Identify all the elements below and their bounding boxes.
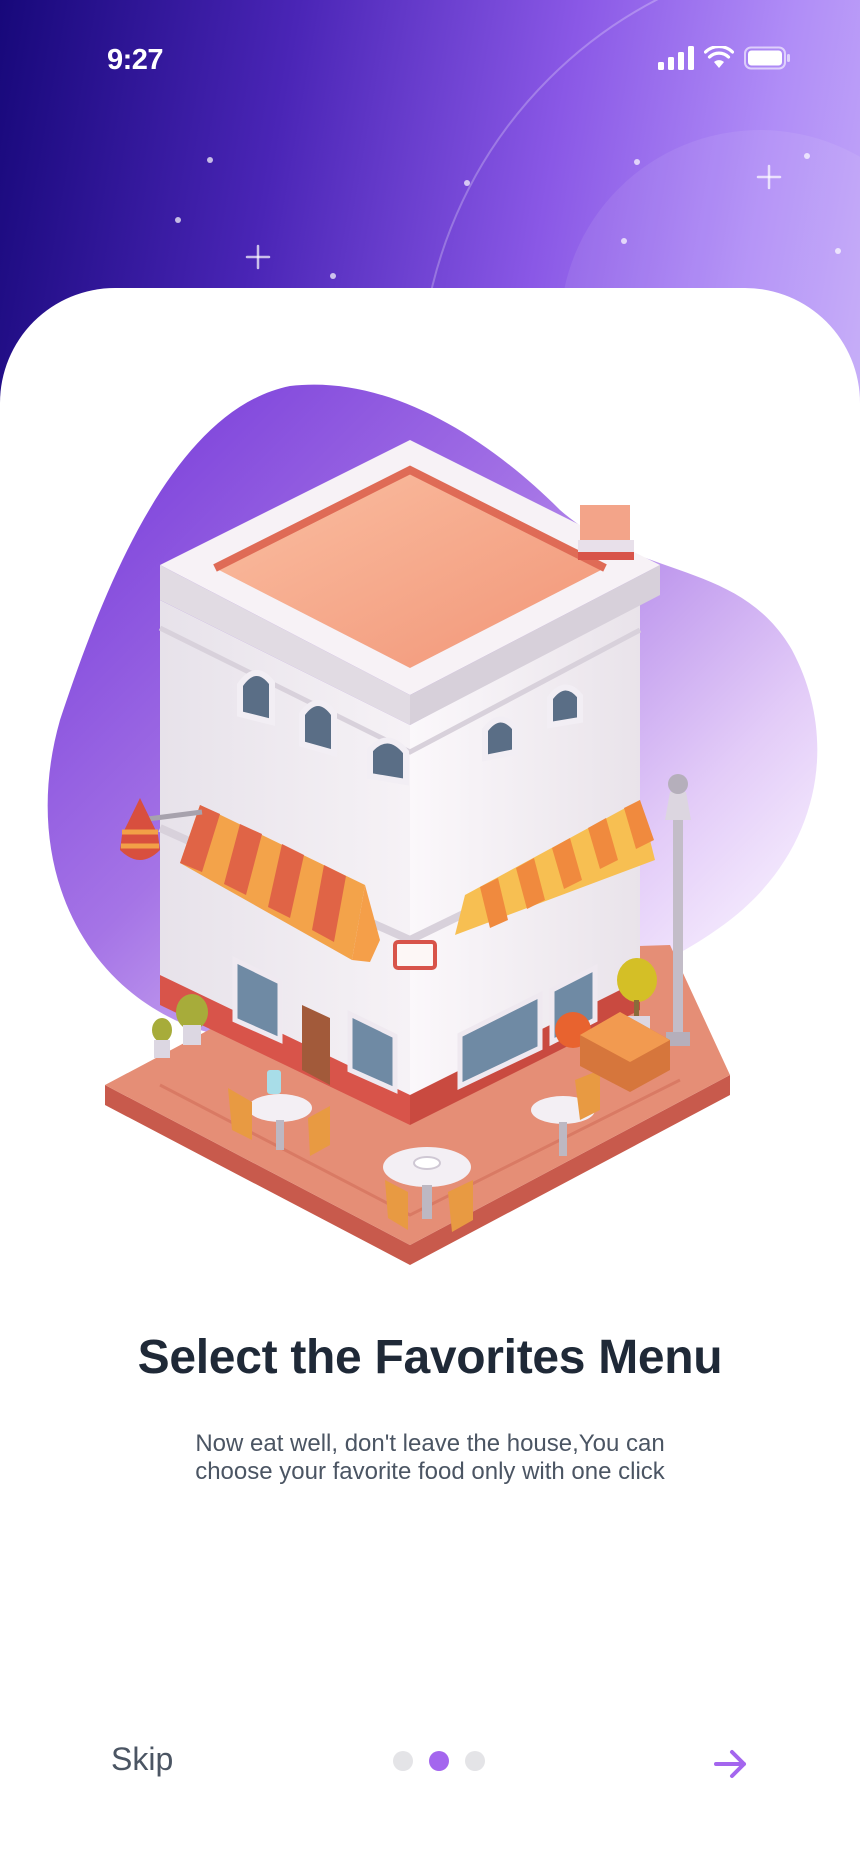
page-dot-1[interactable] <box>393 1751 413 1771</box>
battery-icon <box>744 46 790 75</box>
next-button[interactable] <box>708 1742 752 1786</box>
restaurant-building-illustration <box>47 384 818 1265</box>
page-indicator <box>393 1751 485 1771</box>
onboarding-title: Select the Favorites Menu <box>137 1331 723 1384</box>
page-dot-3[interactable] <box>465 1751 485 1771</box>
wifi-icon <box>703 45 735 75</box>
arrow-right-icon <box>708 1750 752 1789</box>
page-dot-2-active[interactable] <box>429 1751 449 1771</box>
onboarding-subtitle: Now eat well, don't leave the house,You … <box>195 1430 665 1485</box>
onboarding-screen: 9:27 Select the Favorites Menu Now eat w… <box>0 0 860 1860</box>
signal-icon <box>658 46 694 75</box>
skip-button[interactable]: Skip <box>111 1741 173 1778</box>
status-icons <box>658 45 790 75</box>
status-time: 9:27 <box>107 44 164 76</box>
